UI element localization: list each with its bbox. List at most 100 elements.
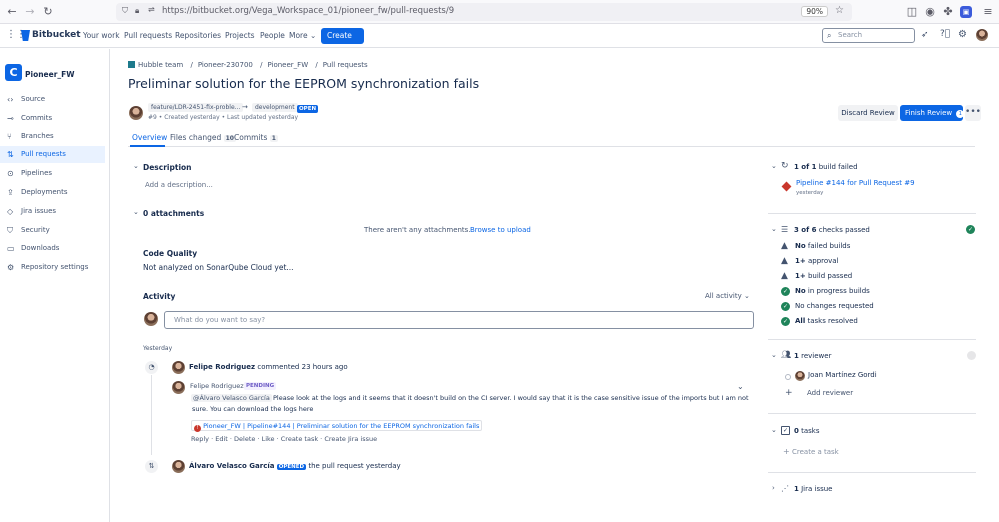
pocket-icon[interactable]: ◫ — [904, 4, 920, 20]
nav-pull-requests[interactable]: Pull requests — [124, 31, 172, 40]
day-label: Yesterday — [143, 345, 173, 352]
menu-icon[interactable]: ≡ — [980, 4, 996, 20]
bookmark-star-icon[interactable]: ☆ — [835, 5, 844, 16]
url-text: https://bitbucket.org/Vega_Workspace_01/… — [162, 6, 455, 16]
reviewers-summary: 1 reviewer — [794, 352, 831, 360]
nav-projects[interactable]: Projects — [225, 31, 255, 40]
tasks-summary: 0 tasks — [794, 427, 820, 435]
sidebar-item-label: Downloads — [21, 244, 60, 252]
nav-people[interactable]: People — [260, 31, 285, 40]
tab-commits[interactable]: Commits 1 — [234, 133, 278, 142]
reply-link[interactable]: Reply — [191, 435, 209, 443]
tab-files-changed[interactable]: Files changed 10 — [170, 133, 236, 142]
plus-icon[interactable]: + — [783, 447, 790, 456]
sidebar-item-repository-settings[interactable]: ⚙ Repository settings — [0, 259, 105, 276]
reload-icon[interactable]: ↻ — [40, 4, 56, 20]
activity-filter[interactable]: All activity ⌄ — [705, 292, 750, 300]
finish-review-button[interactable]: Finish Review 1 — [900, 105, 965, 121]
zoom-level[interactable]: 90% — [801, 6, 828, 17]
check-circle-icon: ✓ — [966, 225, 975, 234]
sidebar-item-pull-requests[interactable]: ⇅ Pull requests — [0, 146, 105, 163]
jira-label: Jira issue — [801, 485, 833, 493]
reviewer-status-icon — [967, 351, 976, 360]
target-branch[interactable]: development — [252, 103, 298, 112]
chevron-down-icon[interactable]: ⌄ — [771, 351, 777, 359]
breadcrumb-item[interactable]: Pioneer_FW — [267, 61, 308, 69]
pipeline-build-link[interactable]: Pipeline #144 for Pull Request #9 — [796, 179, 915, 187]
delete-link[interactable]: Delete — [234, 435, 255, 443]
rocket-icon[interactable]: ➶ — [921, 30, 929, 40]
download-icon: ▭ — [7, 244, 15, 253]
build-time: yesterday — [796, 190, 824, 196]
create-task-link[interactable]: Create task — [281, 435, 318, 443]
event-action: the pull request — [308, 462, 364, 470]
checks-summary: 3 of 6 checks passed — [794, 226, 870, 234]
description-placeholder[interactable]: Add a description... — [145, 181, 213, 189]
chevron-right-icon[interactable]: › — [772, 484, 775, 492]
address-bar[interactable]: ⛉ 🔒︎ ⇌ https://bitbucket.org/Vega_Worksp… — [116, 3, 852, 21]
sidebar-item-source[interactable]: ‹› Source — [0, 91, 105, 108]
chevron-down-icon[interactable]: ⌄ — [133, 162, 139, 170]
nav-more-label: More — [289, 31, 308, 40]
nav-repositories[interactable]: Repositories — [175, 31, 221, 40]
sidebar-item-downloads[interactable]: ▭ Downloads — [0, 240, 105, 257]
account-icon[interactable]: ◉ — [922, 4, 938, 20]
sidebar-item-label: Branches — [21, 132, 54, 140]
reviewers-count: 1 — [794, 352, 799, 360]
failed-icon — [781, 181, 792, 192]
page-title: Preliminar solution for the EEPROM synch… — [128, 76, 480, 91]
create-jira-issue-link[interactable]: Create Jira issue — [324, 435, 377, 443]
check-item: No changes requested — [795, 302, 874, 310]
breadcrumb-item[interactable]: Pioneer-230700 — [198, 61, 253, 69]
tab-count: 1 — [269, 135, 278, 142]
attachments-empty: There aren't any attachments. — [364, 226, 471, 234]
nav-more[interactable]: More ⌄ — [289, 31, 316, 40]
event-author[interactable]: Álvaro Velasco García — [189, 462, 274, 470]
mention[interactable]: @Álvaro Velasco García — [191, 394, 272, 402]
tab-overview[interactable]: Overview — [132, 133, 167, 142]
check-item-bold: 1+ — [795, 257, 806, 265]
comment-author[interactable]: Felipe Rodriguez — [190, 382, 244, 390]
extensions-icon[interactable]: ✤ — [940, 4, 956, 20]
sidebar-item-branches[interactable]: ⑂ Branches — [0, 128, 105, 145]
chevron-down-icon[interactable]: ⌄ — [771, 162, 777, 170]
sidebar-item-deployments[interactable]: ⇪ Deployments — [0, 184, 105, 201]
edit-link[interactable]: Edit — [215, 435, 228, 443]
event-opened-summary: Álvaro Velasco García OPENED the pull re… — [189, 462, 401, 470]
plus-icon[interactable]: + — [785, 388, 793, 398]
forward-icon[interactable]: → — [22, 4, 38, 20]
warning-icon: ▲ — [781, 271, 788, 281]
sidebar-item-jira-issues[interactable]: ◇ Jira issues — [0, 203, 105, 220]
chevron-down-icon[interactable]: ⌄ — [737, 382, 744, 391]
breadcrumb-item[interactable]: Pull requests — [323, 61, 368, 69]
breadcrumb-item[interactable]: Hubble team — [138, 61, 183, 69]
sidebar-item-commits[interactable]: ⊸ Commits — [0, 110, 105, 127]
chevron-down-icon[interactable]: ⌄ — [133, 208, 139, 216]
nav-your-work[interactable]: Your work — [83, 31, 120, 40]
source-branch[interactable]: feature/LDR-2451-fix-proble... — [148, 103, 244, 112]
comment-input[interactable]: What do you want to say? — [164, 311, 754, 329]
extension-badge-icon[interactable]: ▣ — [960, 6, 972, 18]
search-input[interactable]: ⌕ Search — [822, 28, 915, 43]
add-reviewer-link[interactable]: Add reviewer — [807, 389, 853, 397]
like-link[interactable]: Like — [262, 435, 275, 443]
jira-count: 1 — [794, 485, 799, 493]
settings-gear-icon[interactable]: ⚙ — [958, 29, 967, 40]
reviewer-name[interactable]: Joan Martínez Gordi — [808, 371, 877, 379]
sidebar-item-security[interactable]: ⛉ Security — [0, 222, 105, 239]
chevron-down-icon[interactable]: ⌄ — [771, 426, 777, 434]
create-task-link[interactable]: Create a task — [792, 448, 839, 456]
help-icon[interactable]: ?⃝ — [940, 29, 950, 39]
user-avatar[interactable] — [976, 29, 988, 41]
pipeline-link[interactable]: ! Pioneer_FW | Pipeline#144 | Preliminar… — [191, 420, 483, 432]
chevron-down-icon[interactable]: ⌄ — [771, 225, 777, 233]
check-item: All tasks resolved — [795, 317, 858, 325]
sidebar-item-pipelines[interactable]: ⊙ Pipelines — [0, 165, 105, 182]
check-circle-icon: ✓ — [781, 302, 790, 311]
browse-upload-link[interactable]: Browse to upload — [470, 226, 531, 234]
more-actions-icon[interactable]: ••• — [965, 105, 981, 121]
event-author[interactable]: Felipe Rodriguez — [189, 363, 255, 371]
create-button[interactable]: Create ⌄ — [321, 28, 364, 56]
discard-review-button[interactable]: Discard Review — [838, 105, 898, 121]
back-icon[interactable]: ← — [4, 4, 20, 20]
